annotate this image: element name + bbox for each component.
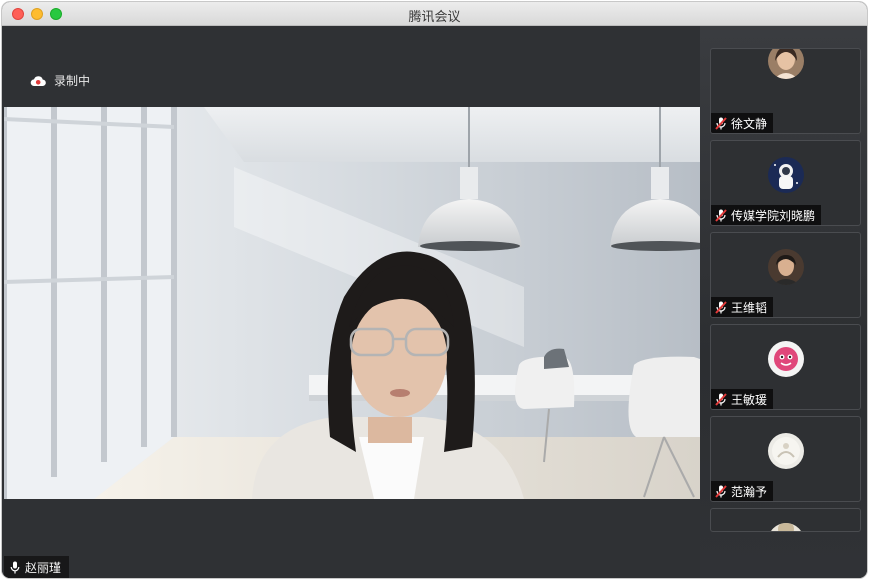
recording-label: 录制中 <box>54 74 91 88</box>
participant-name-tag: 王维韬 <box>711 297 774 317</box>
title-bar: 腾讯会议 <box>2 2 867 26</box>
participant-tile[interactable]: 范瀚予 <box>710 416 861 502</box>
participant-avatar <box>768 523 804 531</box>
participant-tile[interactable]: 传媒学院刘晓鹏 <box>710 140 861 226</box>
window-title: 腾讯会议 <box>408 10 461 25</box>
participant-avatar <box>768 341 804 377</box>
participant-name: 范瀚予 <box>731 484 768 499</box>
participant-name-tag: 范瀚予 <box>711 481 774 501</box>
participant-tile[interactable] <box>710 508 861 532</box>
participant-avatar <box>768 49 804 79</box>
mic-muted-icon <box>715 392 727 406</box>
participant-name: 王维韬 <box>731 300 768 315</box>
cloud-record-icon <box>30 75 46 86</box>
meeting-window: 腾讯会议 录制中 赵丽瑾 徐文静 传媒学院刘晓鹏 王维韬 王敏瑗 范瀚予 <box>2 2 867 578</box>
participant-list[interactable]: 徐文静 传媒学院刘晓鹏 王维韬 王敏瑗 范瀚予 <box>700 26 867 578</box>
participant-name: 徐文静 <box>731 116 768 131</box>
main-speaker-video[interactable] <box>4 107 700 499</box>
participant-name-tag: 王敏瑗 <box>711 389 774 409</box>
mic-muted-icon <box>715 484 727 498</box>
mic-muted-icon <box>715 116 727 130</box>
participant-tile[interactable]: 王敏瑗 <box>710 324 861 410</box>
participant-name: 传媒学院刘晓鹏 <box>731 208 816 223</box>
mic-muted-icon <box>715 300 727 314</box>
mic-muted-icon <box>715 208 727 222</box>
main-speaker-name-tag: 赵丽瑾 <box>4 556 70 578</box>
participant-avatar <box>768 157 804 193</box>
participant-tile[interactable]: 王维韬 <box>710 232 861 318</box>
participant-name: 王敏瑗 <box>731 392 768 407</box>
participant-tile[interactable]: 徐文静 <box>710 48 861 134</box>
participant-avatar <box>768 433 804 469</box>
video-frame-image <box>4 107 700 499</box>
main-speaker-name: 赵丽瑾 <box>25 560 62 575</box>
participant-name-tag: 徐文静 <box>711 113 774 133</box>
participant-avatar <box>768 249 804 285</box>
main-video-area: 录制中 赵丽瑾 <box>2 26 700 578</box>
participant-name-tag: 传媒学院刘晓鹏 <box>711 205 822 225</box>
recording-indicator[interactable]: 录制中 <box>30 72 90 89</box>
microphone-icon <box>10 561 20 573</box>
